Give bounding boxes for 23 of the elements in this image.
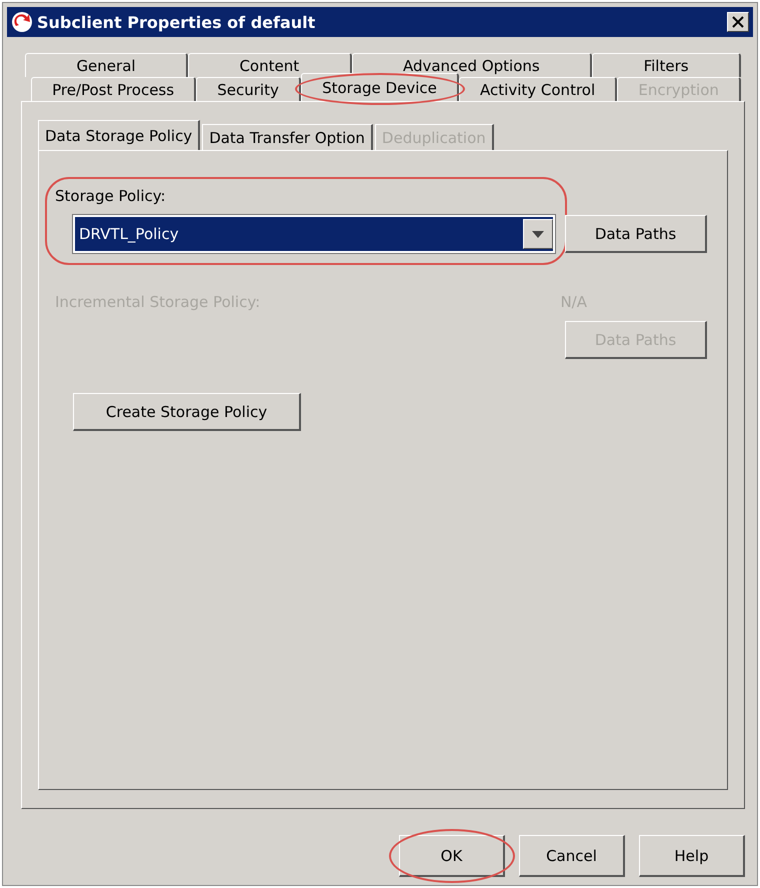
field-label: Storage Policy: [55, 187, 167, 205]
tab[interactable]: Data Storage Policy [38, 120, 200, 150]
dialog-button[interactable]: OK [399, 835, 505, 877]
tab[interactable]: Filters [592, 53, 741, 77]
caret-icon [532, 230, 544, 238]
data-paths-button[interactable]: Data Paths [565, 215, 707, 253]
tab[interactable]: Security [196, 77, 301, 101]
dialog-button[interactable]: Help [639, 835, 745, 877]
storage-policy-dropdown[interactable]: DRVTL_Policy [73, 215, 555, 253]
dropdown-button[interactable] [523, 219, 553, 249]
close-button[interactable] [727, 12, 749, 32]
tab[interactable]: General [25, 53, 188, 77]
tab[interactable]: Storage Device [300, 73, 459, 101]
tab[interactable]: Pre/Post Process [31, 77, 196, 101]
tab[interactable]: Content [188, 53, 352, 77]
close-icon [732, 16, 744, 28]
app-logo-icon [11, 11, 33, 33]
create-storage-policy-button[interactable]: Create Storage Policy [73, 393, 301, 431]
dialog-button[interactable]: Cancel [519, 835, 625, 877]
window-title: Subclient Properties of default [37, 12, 316, 32]
tab[interactable]: Advanced Options [352, 53, 592, 77]
tab[interactable]: Activity Control [458, 77, 618, 101]
tab[interactable]: Data Transfer Option [202, 124, 373, 150]
